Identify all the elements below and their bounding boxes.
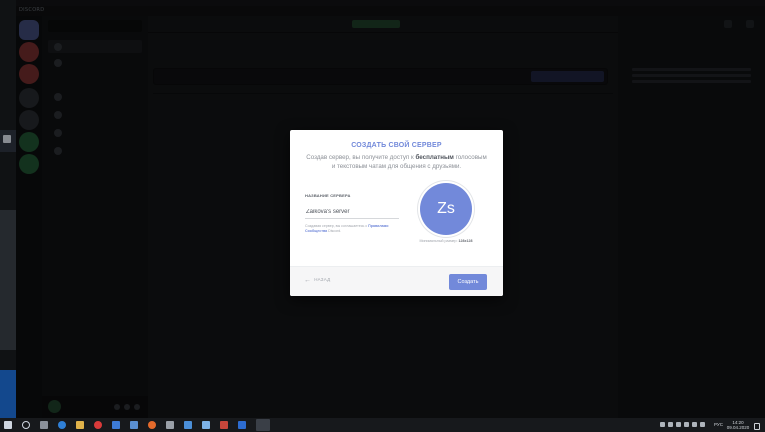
taskbar: РУС 14:20 09.04.2020 [0,418,765,432]
app-icon[interactable] [220,421,228,429]
server-icon-upload[interactable]: Zs [420,183,472,235]
server-name-input[interactable] [305,205,399,219]
size-note-value: 128x128 [458,239,473,243]
app-icon[interactable] [202,421,210,429]
language-indicator[interactable]: РУС [714,422,723,427]
note-lead: Создавая сервер, вы соглашаетесь с [305,224,368,228]
server-icon-initials: Zs [437,200,455,217]
word-icon[interactable] [238,421,246,429]
note-tail: Discord. [328,229,342,233]
chrome-icon[interactable] [148,421,156,429]
server-name-label: НАЗВАНИЕ СЕРВЕРА [305,193,351,198]
community-guidelines-note: Создавая сервер, вы соглашаетесь с Прави… [305,224,405,234]
size-note-lead: Минимальный размер: [419,239,458,243]
description-lead: Создав сервер, вы получите доступ к [306,154,414,161]
description-bold: бесплатным [415,154,454,161]
notification-icon[interactable] [754,423,760,430]
photos-icon[interactable] [130,421,138,429]
discord-taskbar-button[interactable] [256,419,270,431]
search-icon[interactable] [22,421,30,429]
modal-description: Создав сервер, вы получите доступ к бесп… [304,153,489,171]
back-button[interactable]: ← НАЗАД [304,277,330,284]
clock[interactable]: 14:20 09.04.2020 [725,420,751,430]
calculator-icon[interactable] [166,421,174,429]
clock-date: 09.04.2020 [726,425,750,430]
battery-icon[interactable] [676,422,681,427]
network-icon[interactable] [684,422,689,427]
create-button[interactable]: Создать [449,274,487,290]
chevron-up-icon[interactable] [668,422,673,427]
volume-icon[interactable] [692,422,697,427]
yandex-browser-icon[interactable] [94,421,102,429]
modal-title: СОЗДАТЬ СВОЙ СЕРВЕР [351,142,442,149]
app-icon[interactable] [184,421,192,429]
back-label: НАЗАД [314,277,331,282]
modal-footer: ← НАЗАД Создать [290,266,503,296]
file-explorer-icon[interactable] [76,421,84,429]
windows-start-icon[interactable] [4,421,12,429]
people-icon[interactable] [660,422,665,427]
arrow-left-icon: ← [304,277,312,284]
min-size-note: Минимальный размер: 128x128 [400,239,492,243]
edge-browser-icon[interactable] [58,421,66,429]
task-view-icon[interactable] [40,421,48,429]
mail-icon[interactable] [112,421,120,429]
keyboard-icon[interactable] [700,422,705,427]
create-server-modal: СОЗДАТЬ СВОЙ СЕРВЕР Создав сервер, вы по… [290,130,503,296]
desktop-screen: DISCORD СОЗДАТЬ СВОЙ СЕРВЕР Создав серве… [0,0,765,432]
